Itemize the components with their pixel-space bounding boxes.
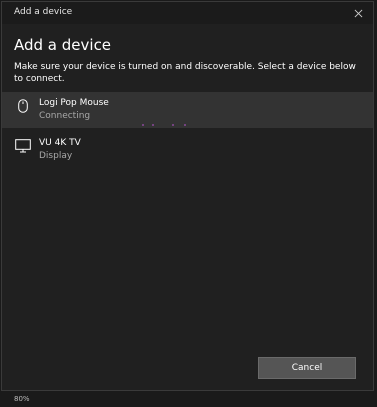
mouse-icon	[14, 98, 32, 114]
window-title: Add a device	[14, 7, 73, 17]
monitor-icon	[14, 138, 32, 154]
cancel-button[interactable]: Cancel	[258, 357, 356, 379]
device-name: Logi Pop Mouse	[39, 98, 109, 108]
close-button[interactable]	[343, 2, 373, 24]
close-icon	[354, 9, 362, 17]
device-item-vu-4k-tv[interactable]: VU 4K TV Display	[2, 132, 373, 168]
title-bar: Add a device	[2, 2, 373, 24]
connecting-progress-indicator	[142, 124, 202, 127]
device-name: VU 4K TV	[39, 138, 81, 148]
device-status: Display	[39, 151, 73, 161]
device-item-logi-pop-mouse[interactable]: Logi Pop Mouse Connecting	[2, 92, 373, 128]
instructions-text: Make sure your device is turned on and d…	[14, 62, 356, 84]
device-status: Connecting	[39, 111, 91, 121]
page-title: Add a device	[14, 36, 112, 54]
zoom-level: 80%	[14, 395, 30, 403]
add-device-dialog: Add a device Add a device Make sure your…	[1, 1, 374, 391]
